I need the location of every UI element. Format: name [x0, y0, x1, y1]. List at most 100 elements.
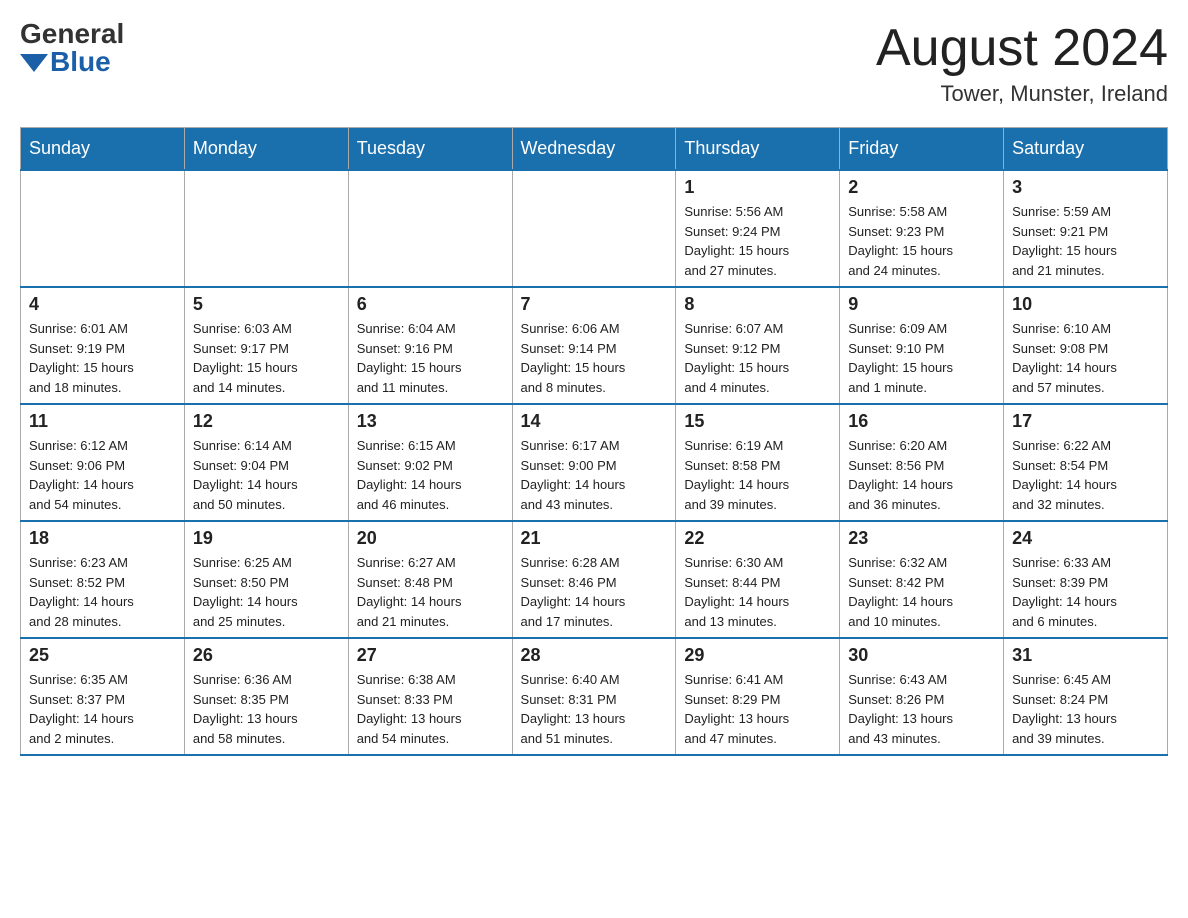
day-info: Sunrise: 6:33 AM Sunset: 8:39 PM Dayligh… — [1012, 553, 1159, 631]
day-info: Sunrise: 6:43 AM Sunset: 8:26 PM Dayligh… — [848, 670, 995, 748]
calendar-cell: 9 Sunrise: 6:09 AM Sunset: 9:10 PM Daylig… — [840, 287, 1004, 404]
calendar-cell: 27 Sunrise: 6:38 AM Sunset: 8:33 PM Dayli… — [348, 638, 512, 755]
day-number: 29 — [684, 645, 831, 666]
day-number: 31 — [1012, 645, 1159, 666]
day-number: 6 — [357, 294, 504, 315]
day-info: Sunrise: 6:20 AM Sunset: 8:56 PM Dayligh… — [848, 436, 995, 514]
day-number: 21 — [521, 528, 668, 549]
calendar-cell: 5Sunrise: 6:03 AM Sunset: 9:17 PM Daylig… — [184, 287, 348, 404]
day-number: 22 — [684, 528, 831, 549]
logo-general-text: General — [20, 20, 124, 48]
day-number: 9 — [848, 294, 995, 315]
calendar-cell: 3 Sunrise: 5:59 AM Sunset: 9:21 PM Daylig… — [1004, 170, 1168, 287]
day-info: Sunrise: 5:56 AM Sunset: 9:24 PM Dayligh… — [684, 202, 831, 280]
day-number: 1 — [684, 177, 831, 198]
calendar-cell: 14Sunrise: 6:17 AM Sunset: 9:00 PM Dayli… — [512, 404, 676, 521]
day-number: 5 — [193, 294, 340, 315]
calendar-cell: 13 Sunrise: 6:15 AM Sunset: 9:02 PM Dayli… — [348, 404, 512, 521]
day-number: 18 — [29, 528, 176, 549]
day-number: 16 — [848, 411, 995, 432]
day-info: Sunrise: 6:36 AM Sunset: 8:35 PM Dayligh… — [193, 670, 340, 748]
day-number: 24 — [1012, 528, 1159, 549]
calendar-cell: 19Sunrise: 6:25 AM Sunset: 8:50 PM Dayli… — [184, 521, 348, 638]
calendar-day-header: Friday — [840, 128, 1004, 171]
day-number: 28 — [521, 645, 668, 666]
calendar-cell: 26 Sunrise: 6:36 AM Sunset: 8:35 PM Dayli… — [184, 638, 348, 755]
calendar-header-row: SundayMondayTuesdayWednesdayThursdayFrid… — [21, 128, 1168, 171]
day-number: 26 — [193, 645, 340, 666]
day-number: 4 — [29, 294, 176, 315]
day-info: Sunrise: 6:23 AM Sunset: 8:52 PM Dayligh… — [29, 553, 176, 631]
day-number: 10 — [1012, 294, 1159, 315]
day-number: 15 — [684, 411, 831, 432]
calendar-cell: 25Sunrise: 6:35 AM Sunset: 8:37 PM Dayli… — [21, 638, 185, 755]
day-number: 7 — [521, 294, 668, 315]
calendar-day-header: Wednesday — [512, 128, 676, 171]
calendar-cell: 21 Sunrise: 6:28 AM Sunset: 8:46 PM Dayli… — [512, 521, 676, 638]
calendar-day-header: Monday — [184, 128, 348, 171]
day-info: Sunrise: 6:25 AM Sunset: 8:50 PM Dayligh… — [193, 553, 340, 631]
day-info: Sunrise: 6:38 AM Sunset: 8:33 PM Dayligh… — [357, 670, 504, 748]
day-number: 20 — [357, 528, 504, 549]
calendar-cell: 12 Sunrise: 6:14 AM Sunset: 9:04 PM Dayli… — [184, 404, 348, 521]
day-number: 12 — [193, 411, 340, 432]
day-number: 8 — [684, 294, 831, 315]
day-info: Sunrise: 6:19 AM Sunset: 8:58 PM Dayligh… — [684, 436, 831, 514]
calendar-cell: 11 Sunrise: 6:12 AM Sunset: 9:06 PM Dayli… — [21, 404, 185, 521]
logo-blue-text: Blue — [50, 48, 111, 76]
calendar-cell — [348, 170, 512, 287]
day-info: Sunrise: 6:06 AM Sunset: 9:14 PM Dayligh… — [521, 319, 668, 397]
day-number: 17 — [1012, 411, 1159, 432]
calendar-cell: 22 Sunrise: 6:30 AM Sunset: 8:44 PM Dayli… — [676, 521, 840, 638]
calendar-cell: 2 Sunrise: 5:58 AM Sunset: 9:23 PM Daylig… — [840, 170, 1004, 287]
day-info: Sunrise: 6:28 AM Sunset: 8:46 PM Dayligh… — [521, 553, 668, 631]
calendar-cell: 29 Sunrise: 6:41 AM Sunset: 8:29 PM Dayli… — [676, 638, 840, 755]
calendar-week-row: 1 Sunrise: 5:56 AM Sunset: 9:24 PM Daylig… — [21, 170, 1168, 287]
calendar-cell: 7 Sunrise: 6:06 AM Sunset: 9:14 PM Daylig… — [512, 287, 676, 404]
day-info: Sunrise: 6:01 AM Sunset: 9:19 PM Dayligh… — [29, 319, 176, 397]
day-info: Sunrise: 6:30 AM Sunset: 8:44 PM Dayligh… — [684, 553, 831, 631]
day-info: Sunrise: 6:12 AM Sunset: 9:06 PM Dayligh… — [29, 436, 176, 514]
day-info: Sunrise: 6:09 AM Sunset: 9:10 PM Dayligh… — [848, 319, 995, 397]
day-number: 3 — [1012, 177, 1159, 198]
day-info: Sunrise: 6:14 AM Sunset: 9:04 PM Dayligh… — [193, 436, 340, 514]
day-number: 2 — [848, 177, 995, 198]
calendar-table: SundayMondayTuesdayWednesdayThursdayFrid… — [20, 127, 1168, 756]
logo: General Blue — [20, 20, 124, 76]
day-number: 27 — [357, 645, 504, 666]
day-info: Sunrise: 6:32 AM Sunset: 8:42 PM Dayligh… — [848, 553, 995, 631]
calendar-cell: 24 Sunrise: 6:33 AM Sunset: 8:39 PM Dayli… — [1004, 521, 1168, 638]
day-number: 23 — [848, 528, 995, 549]
calendar-cell — [184, 170, 348, 287]
calendar-cell: 8 Sunrise: 6:07 AM Sunset: 9:12 PM Daylig… — [676, 287, 840, 404]
calendar-week-row: 11 Sunrise: 6:12 AM Sunset: 9:06 PM Dayli… — [21, 404, 1168, 521]
calendar-week-row: 25Sunrise: 6:35 AM Sunset: 8:37 PM Dayli… — [21, 638, 1168, 755]
calendar-day-header: Tuesday — [348, 128, 512, 171]
day-number: 25 — [29, 645, 176, 666]
logo-triangle-icon — [20, 54, 48, 72]
calendar-week-row: 18 Sunrise: 6:23 AM Sunset: 8:52 PM Dayli… — [21, 521, 1168, 638]
day-number: 11 — [29, 411, 176, 432]
calendar-cell: 10 Sunrise: 6:10 AM Sunset: 9:08 PM Dayli… — [1004, 287, 1168, 404]
day-info: Sunrise: 5:58 AM Sunset: 9:23 PM Dayligh… — [848, 202, 995, 280]
calendar-cell: 31 Sunrise: 6:45 AM Sunset: 8:24 PM Dayli… — [1004, 638, 1168, 755]
day-number: 13 — [357, 411, 504, 432]
day-info: Sunrise: 6:10 AM Sunset: 9:08 PM Dayligh… — [1012, 319, 1159, 397]
calendar-cell — [21, 170, 185, 287]
calendar-week-row: 4 Sunrise: 6:01 AM Sunset: 9:19 PM Daylig… — [21, 287, 1168, 404]
month-title: August 2024 — [876, 20, 1168, 77]
calendar-cell: 23 Sunrise: 6:32 AM Sunset: 8:42 PM Dayli… — [840, 521, 1004, 638]
day-info: Sunrise: 6:15 AM Sunset: 9:02 PM Dayligh… — [357, 436, 504, 514]
calendar-cell: 1 Sunrise: 5:56 AM Sunset: 9:24 PM Daylig… — [676, 170, 840, 287]
day-info: Sunrise: 5:59 AM Sunset: 9:21 PM Dayligh… — [1012, 202, 1159, 280]
day-info: Sunrise: 6:17 AM Sunset: 9:00 PM Dayligh… — [521, 436, 668, 514]
calendar-cell: 18 Sunrise: 6:23 AM Sunset: 8:52 PM Dayli… — [21, 521, 185, 638]
calendar-cell: 17 Sunrise: 6:22 AM Sunset: 8:54 PM Dayli… — [1004, 404, 1168, 521]
day-info: Sunrise: 6:41 AM Sunset: 8:29 PM Dayligh… — [684, 670, 831, 748]
day-info: Sunrise: 6:27 AM Sunset: 8:48 PM Dayligh… — [357, 553, 504, 631]
day-info: Sunrise: 6:22 AM Sunset: 8:54 PM Dayligh… — [1012, 436, 1159, 514]
day-info: Sunrise: 6:40 AM Sunset: 8:31 PM Dayligh… — [521, 670, 668, 748]
day-info: Sunrise: 6:45 AM Sunset: 8:24 PM Dayligh… — [1012, 670, 1159, 748]
calendar-cell: 30Sunrise: 6:43 AM Sunset: 8:26 PM Dayli… — [840, 638, 1004, 755]
day-info: Sunrise: 6:07 AM Sunset: 9:12 PM Dayligh… — [684, 319, 831, 397]
